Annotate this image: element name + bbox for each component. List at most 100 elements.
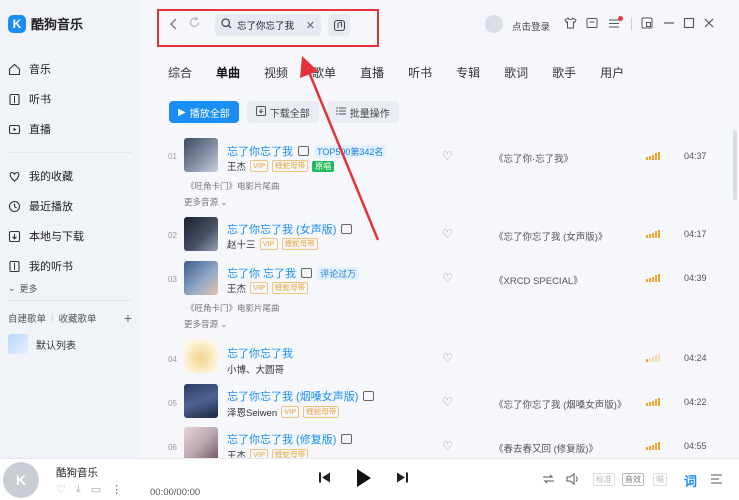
karaoke-button[interactable]: 唱 (653, 473, 667, 486)
mini-mode-icon[interactable] (640, 16, 654, 30)
sidebar-item-music[interactable]: 音乐 (8, 61, 51, 77)
playlist-default[interactable]: 默认列表 (8, 334, 76, 354)
quality-bars-icon (646, 398, 660, 406)
previous-track-icon[interactable] (318, 471, 331, 487)
loop-mode-icon[interactable] (542, 473, 555, 488)
tab-singers[interactable]: 歌手 (552, 64, 576, 81)
tab-albums[interactable]: 专辑 (456, 64, 480, 81)
message-icon[interactable] (585, 16, 599, 30)
tab-songs[interactable]: 单曲 (216, 64, 240, 81)
tab-lyrics[interactable]: 歌词 (504, 64, 528, 81)
tab-playlists[interactable]: 歌单 (312, 64, 336, 81)
heart-icon[interactable]: ♡ (56, 483, 66, 496)
more-sources-link[interactable]: 更多音源 ⌄ (184, 196, 228, 208)
heart-icon[interactable]: ♡ (442, 395, 453, 409)
song-cover[interactable] (184, 138, 218, 172)
sidebar-item-recent[interactable]: 最近播放 (8, 198, 73, 214)
mv-icon[interactable] (341, 224, 353, 234)
tab-audiobooks[interactable]: 听书 (408, 64, 432, 81)
logo-badge: K (8, 14, 26, 33)
mv-icon[interactable] (301, 268, 313, 278)
tab-videos[interactable]: 视频 (264, 64, 288, 81)
now-playing-title: 酷狗音乐 (56, 467, 98, 479)
login-link[interactable]: 点击登录 (512, 19, 550, 33)
more-icon[interactable]: ⋮ (111, 483, 122, 496)
song-cover[interactable] (184, 339, 218, 373)
song-cover[interactable] (184, 261, 218, 295)
tab-users[interactable]: 用户 (600, 64, 624, 81)
song-album[interactable]: 《忘了你忘了我 (烟嗓女声版)》 (494, 397, 626, 411)
sidebar-item-label: 最近播放 (29, 201, 73, 213)
download-icon[interactable]: ⤓ (76, 483, 81, 496)
song-artist[interactable]: 赵十三 (227, 237, 256, 251)
rank-tag[interactable]: TOP500第342名 (314, 144, 387, 158)
original-badge: 原唱 (312, 160, 335, 172)
song-artist[interactable]: 王杰 (227, 159, 246, 173)
avatar[interactable] (485, 15, 503, 33)
tab-live[interactable]: 直播 (360, 64, 384, 81)
download-all-button[interactable]: 下载全部 (246, 101, 319, 123)
song-title[interactable]: 忘了你忘了我 (227, 345, 293, 361)
song-artist[interactable]: 王杰 (227, 281, 246, 295)
song-title-line: 忘了你忘了我 (227, 345, 293, 361)
sidebar-item-audiobook[interactable]: 听书 (8, 91, 51, 107)
close-icon[interactable] (702, 16, 716, 30)
tab-created-playlists[interactable]: 自建歌单 (8, 311, 46, 325)
tab-separator: | (51, 312, 54, 324)
sidebar-more-toggle[interactable]: ⌄ 更多 (8, 282, 38, 295)
play-all-button[interactable]: ▶ 播放全部 (169, 101, 239, 123)
song-album[interactable]: 《忘了你忘了我 (女声版)》 (494, 229, 607, 243)
song-title[interactable]: 忘了你忘了我 (女声版) (227, 221, 336, 237)
play-icon[interactable] (355, 468, 372, 494)
song-title[interactable]: 忘了你忘了我 (修复版) (227, 431, 336, 447)
sidebar-item-label: 我的收藏 (29, 171, 73, 183)
tab-comprehensive[interactable]: 综合 (168, 64, 192, 81)
song-album[interactable]: 《XRCD SPECIAL》 (494, 273, 583, 287)
song-cover[interactable] (184, 384, 218, 418)
mv-icon[interactable] (363, 391, 375, 401)
sound-effect-button[interactable]: 音效 (622, 473, 644, 486)
sidebar-item-my-audiobook[interactable]: 我的听书 (8, 258, 73, 274)
song-duration: 04:55 (684, 441, 707, 451)
heart-icon[interactable]: ♡ (442, 271, 453, 285)
song-duration: 04:22 (684, 397, 707, 407)
maximize-icon[interactable] (682, 16, 696, 30)
heart-icon[interactable]: ♡ (442, 439, 453, 453)
song-album[interactable]: 《忘了你·忘了我》 (494, 151, 573, 165)
playlist-queue-icon[interactable] (710, 473, 723, 488)
lyrics-toggle[interactable]: 词 (684, 471, 697, 490)
song-cover[interactable] (184, 427, 218, 461)
scrollbar[interactable] (733, 130, 737, 200)
song-title[interactable]: 忘了你忘了我 (227, 143, 293, 159)
heart-icon[interactable]: ♡ (442, 227, 453, 241)
minimize-icon[interactable] (662, 16, 676, 30)
sidebar-item-live[interactable]: 直播 (8, 121, 51, 137)
song-artist[interactable]: 泽恩Seiwen (227, 405, 277, 419)
song-title[interactable]: 忘了你 忘了我 (227, 265, 296, 281)
skin-icon[interactable] (563, 16, 577, 30)
song-title[interactable]: 忘了你忘了我 (烟嗓女声版) (227, 388, 358, 404)
tab-collected-playlists[interactable]: 收藏歌单 (58, 311, 96, 325)
comment-tag[interactable]: 评论过万 (317, 266, 360, 280)
song-album[interactable]: 《春去春又回 (修复版)》 (494, 441, 598, 455)
song-artist[interactable]: 小博、大圆哥 (227, 362, 284, 376)
app-logo[interactable]: K 酷狗音乐 (8, 14, 83, 33)
comment-icon[interactable]: ▭ (91, 483, 101, 496)
mv-icon[interactable] (298, 146, 309, 156)
heart-icon (8, 170, 21, 183)
song-title-line: 忘了你 忘了我 评论过万 (227, 265, 360, 281)
more-sources-link[interactable]: 更多音源 ⌄ (184, 318, 228, 330)
add-playlist-icon[interactable]: + (124, 310, 132, 326)
quality-selector[interactable]: 标准 (593, 473, 615, 486)
song-cover[interactable] (184, 217, 218, 251)
sidebar-item-label: 我的听书 (29, 261, 73, 273)
sidebar-item-favorites[interactable]: 我的收藏 (8, 168, 73, 184)
next-track-icon[interactable] (396, 471, 409, 487)
batch-operation-button[interactable]: 批量操作 (326, 101, 399, 123)
volume-icon[interactable] (566, 473, 580, 488)
album-disc[interactable]: K (3, 462, 39, 498)
sidebar-item-local-download[interactable]: 本地与下载 (8, 228, 84, 244)
heart-icon[interactable]: ♡ (442, 351, 453, 365)
heart-icon[interactable]: ♡ (442, 149, 453, 163)
mv-icon[interactable] (341, 434, 353, 444)
